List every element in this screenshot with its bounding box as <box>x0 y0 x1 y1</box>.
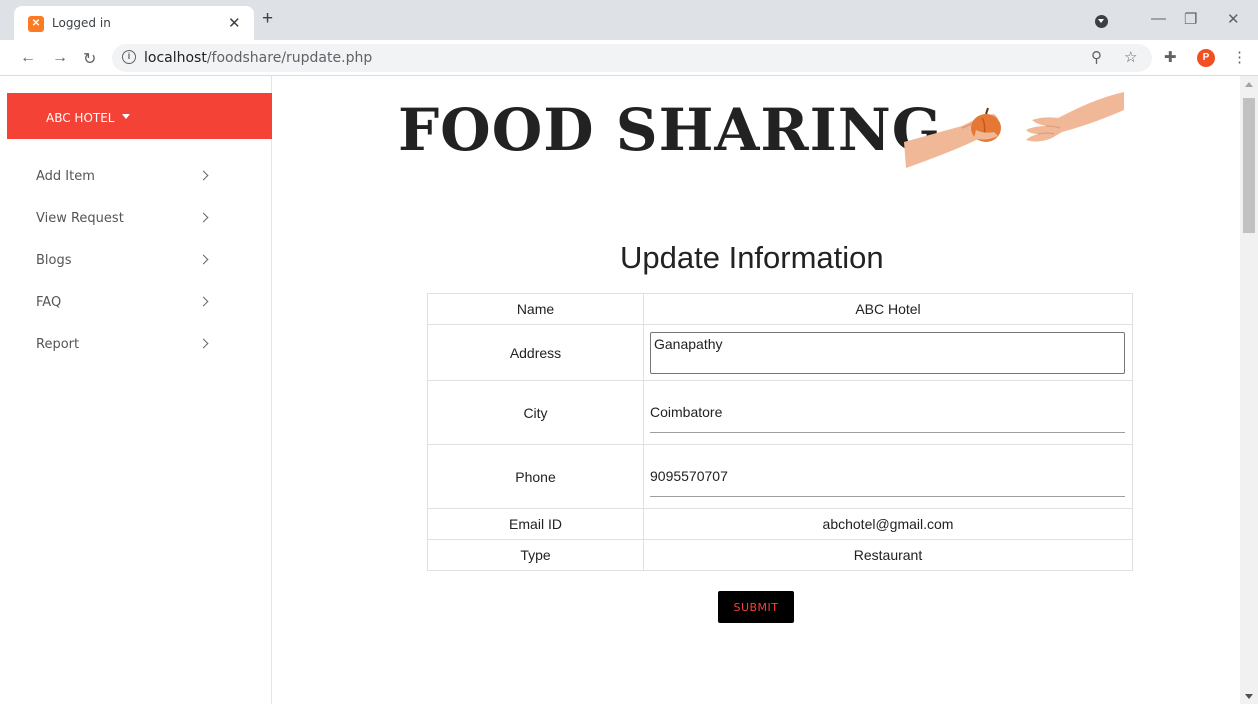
field-label-phone: Phone <box>427 444 644 509</box>
phone-input[interactable] <box>650 456 1125 497</box>
sidebar-item-label: Add Item <box>36 169 95 184</box>
info-icon[interactable]: i <box>122 50 136 64</box>
sidebar-item-label: FAQ <box>36 295 62 310</box>
city-cell <box>643 380 1133 445</box>
field-label-name: Name <box>427 293 644 325</box>
form-title: Update Information <box>620 240 884 275</box>
back-icon[interactable]: ← <box>20 49 36 67</box>
chevron-right-icon <box>198 212 209 223</box>
minimize-icon[interactable]: — <box>1151 10 1166 27</box>
browser-tab-strip: ✕ Logged in ✕ + — ❐ ✕ <box>0 0 1258 40</box>
sidebar-item-label: View Request <box>36 211 124 226</box>
field-value-type: Restaurant <box>643 539 1133 571</box>
city-input[interactable] <box>650 392 1125 433</box>
close-tab-icon[interactable]: ✕ <box>228 14 241 32</box>
sidebar: ABC HOTEL Add Item View Request Blogs FA… <box>0 76 272 704</box>
site-title: FOOD SHARING <box>398 96 943 164</box>
page-scrollbar[interactable] <box>1240 76 1258 704</box>
chevron-right-icon <box>198 338 209 349</box>
scroll-down-arrow-icon[interactable] <box>1245 694 1253 699</box>
close-window-icon[interactable]: ✕ <box>1227 10 1240 28</box>
table-row: City <box>427 380 1133 445</box>
phone-cell <box>643 444 1133 509</box>
sidebar-item-report[interactable]: Report <box>0 324 260 366</box>
table-row: Email ID abchotel@gmail.com <box>427 508 1133 540</box>
submit-button[interactable]: SUBMIT <box>718 591 794 623</box>
menu-kebab-icon[interactable]: ⋮ <box>1232 48 1247 66</box>
zoom-icon[interactable]: ⚲ <box>1091 48 1102 66</box>
tab-title: Logged in <box>52 16 111 30</box>
field-label-email: Email ID <box>427 508 644 540</box>
forward-icon[interactable]: → <box>52 49 68 67</box>
browser-tab[interactable]: ✕ Logged in ✕ <box>14 6 254 40</box>
address-toolbar: ← → ↻ i localhost/foodshare/rupdate.php … <box>0 40 1258 76</box>
extensions-icon[interactable]: ✚ <box>1164 48 1177 66</box>
hands-sharing-apple-image <box>904 92 1124 168</box>
update-info-table: Name ABC Hotel Address Ganapathy City Ph… <box>427 293 1133 571</box>
address-bar[interactable]: i localhost/foodshare/rupdate.php ⚲ ☆ <box>112 44 1152 72</box>
scroll-up-arrow-icon[interactable] <box>1245 82 1253 87</box>
tab-search-icon[interactable] <box>1095 15 1108 28</box>
address-cell: Ganapathy <box>643 324 1133 381</box>
account-name: ABC HOTEL <box>46 111 115 125</box>
field-label-city: City <box>427 380 644 445</box>
sidebar-item-label: Blogs <box>36 253 72 268</box>
chevron-right-icon <box>198 296 209 307</box>
profile-avatar[interactable]: P <box>1197 49 1215 67</box>
sidebar-item-add-item[interactable]: Add Item <box>0 156 260 198</box>
reload-icon[interactable]: ↻ <box>83 49 96 69</box>
field-value-name: ABC Hotel <box>643 293 1133 325</box>
table-row: Phone <box>427 444 1133 509</box>
url-text: localhost/foodshare/rupdate.php <box>144 50 373 66</box>
table-row: Name ABC Hotel <box>427 293 1133 325</box>
scroll-thumb[interactable] <box>1243 98 1255 233</box>
xampp-icon: ✕ <box>28 16 44 32</box>
chevron-right-icon <box>198 254 209 265</box>
restore-icon[interactable]: ❐ <box>1184 10 1197 28</box>
sidebar-item-view-request[interactable]: View Request <box>0 198 260 240</box>
sidebar-item-label: Report <box>36 337 80 352</box>
field-value-email: abchotel@gmail.com <box>643 508 1133 540</box>
sidebar-account-dropdown[interactable]: ABC HOTEL <box>7 93 272 139</box>
table-row: Address Ganapathy <box>427 324 1133 381</box>
bookmark-star-icon[interactable]: ☆ <box>1124 48 1137 66</box>
chevron-right-icon <box>198 170 209 181</box>
address-textarea[interactable]: Ganapathy <box>650 331 1125 374</box>
table-row: Type Restaurant <box>427 539 1133 571</box>
new-tab-button[interactable]: + <box>262 9 273 28</box>
field-label-address: Address <box>427 324 644 381</box>
caret-down-icon <box>122 114 130 119</box>
field-label-type: Type <box>427 539 644 571</box>
sidebar-item-faq[interactable]: FAQ <box>0 282 260 324</box>
sidebar-item-blogs[interactable]: Blogs <box>0 240 260 282</box>
